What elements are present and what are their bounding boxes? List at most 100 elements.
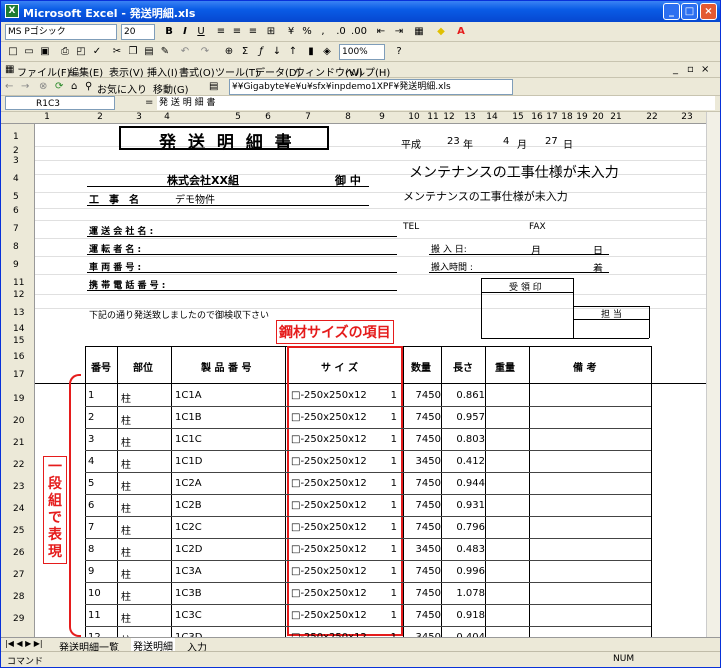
doc-close-icon[interactable]: × [701,64,709,75]
sort-asc-icon[interactable]: ↓ [269,45,285,59]
table-cell[interactable]: 3 [88,434,94,445]
font-size-select[interactable]: 20 [121,24,155,40]
comma-icon[interactable]: , [315,25,331,39]
menu-edit[interactable]: 編集(E) [69,64,103,79]
table-cell[interactable]: 0.996 [445,566,485,577]
col-header-14[interactable]: 14 [485,112,499,122]
table-cell[interactable]: 1C3A [175,566,202,577]
row-header-26[interactable]: 26 [1,548,35,558]
table-cell[interactable]: 柱 [121,478,131,493]
table-cell[interactable]: 柱 [121,610,131,625]
increase-indent-icon[interactable]: ⇥ [391,25,407,39]
table-cell[interactable]: 2 [88,412,94,423]
table-cell[interactable]: □-250x250x12 [291,390,367,401]
table-cell[interactable]: □-250x250x12 [291,500,367,511]
table-cell[interactable]: □-250x250x12 [291,434,367,445]
menu-format[interactable]: 書式(O) [179,64,215,79]
menu-tools[interactable]: ツール(T) [215,64,259,79]
col-header-15[interactable]: 15 [511,112,525,122]
table-cell[interactable]: 1 [363,412,397,423]
table-cell[interactable]: 0.412 [445,456,485,467]
table-cell[interactable]: □-250x250x12 [291,522,367,533]
stop-icon[interactable]: ⊗ [39,81,47,92]
table-cell[interactable]: 柱 [121,566,131,581]
spell-icon[interactable]: ✓ [89,45,105,59]
refresh-icon[interactable]: ⟳ [55,81,63,92]
open-icon[interactable]: ▭ [21,45,37,59]
table-cell[interactable]: 3450 [401,544,441,555]
minimize-button[interactable]: _ [663,3,680,20]
col-header-7[interactable]: 7 [301,112,315,122]
menu-view[interactable]: 表示(V) [109,64,144,79]
function-icon[interactable]: ƒ [253,45,269,59]
col-header-22[interactable]: 22 [645,112,659,122]
worksheet[interactable]: 1 2 3 4 5 6 7 8 9 10 11 12 13 14 15 16 17 18 19 20 21 22 23 12… [1,112,706,637]
row-header-21[interactable]: 21 [1,438,35,448]
table-cell[interactable]: 1C2B [175,500,202,511]
table-cell[interactable]: 1.078 [445,588,485,599]
save-icon[interactable]: ▣ [37,45,53,59]
row-header-20[interactable]: 20 [1,416,35,426]
table-cell[interactable]: 7450 [401,500,441,511]
table-cell[interactable]: 11 [88,610,101,621]
print-icon[interactable]: ⎙ [57,45,73,59]
col-header-18[interactable]: 18 [560,112,574,122]
table-cell[interactable]: 7450 [401,478,441,489]
menu-file[interactable]: ファイル(F) [17,64,71,79]
merge-icon[interactable]: ⊞ [263,25,279,39]
table-cell[interactable]: □-250x250x12 [291,566,367,577]
table-cell[interactable]: 4 [88,456,94,467]
name-box[interactable]: R1C3 [5,96,115,110]
row-header-15[interactable]: 15 [1,336,35,346]
table-cell[interactable]: 1C2A [175,478,202,489]
fill-color-icon[interactable]: ◆ [433,25,449,39]
table-cell[interactable]: 1 [363,610,397,621]
row-header-13[interactable]: 13 [1,308,35,318]
table-cell[interactable]: 1 [363,456,397,467]
decrease-decimal-icon[interactable]: .00 [351,25,367,39]
table-cell[interactable]: 0.944 [445,478,485,489]
align-center-icon[interactable]: ≡ [229,25,245,39]
drawing-icon[interactable]: ◈ [319,45,335,59]
table-cell[interactable]: 7450 [401,522,441,533]
table-cell[interactable]: □-250x250x12 [291,412,367,423]
row-header-14[interactable]: 14 [1,324,35,334]
font-name-select[interactable]: MS Pゴシック [5,24,117,40]
row-header-4[interactable]: 4 [1,174,35,184]
maximize-button[interactable]: □ [681,3,698,20]
forward-icon[interactable]: → [21,81,29,92]
doc-minimize-icon[interactable]: _ [673,64,678,75]
col-header-12[interactable]: 12 [442,112,456,122]
menu-help[interactable]: ヘルプ(H) [345,64,390,79]
table-cell[interactable]: 1C3C [175,610,202,621]
table-cell[interactable]: 1 [363,434,397,445]
underline-button[interactable]: U [193,25,209,39]
table-cell[interactable]: 柱 [121,522,131,537]
table-cell[interactable]: 柱 [121,588,131,603]
col-header-19[interactable]: 19 [575,112,589,122]
align-left-icon[interactable]: ≡ [213,25,229,39]
back-icon[interactable]: ← [5,81,13,92]
row-header-27[interactable]: 27 [1,570,35,580]
chart-icon[interactable]: ▮ [303,45,319,59]
table-cell[interactable]: 7450 [401,434,441,445]
table-cell[interactable]: 5 [88,478,94,489]
row-header-19[interactable]: 19 [1,394,35,404]
doc-restore-icon[interactable]: ▫ [687,64,694,75]
col-header-13[interactable]: 13 [463,112,477,122]
close-button[interactable]: × [700,3,717,20]
table-cell[interactable]: 1 [363,390,397,401]
col-header-9[interactable]: 9 [375,112,389,122]
table-cell[interactable]: 6 [88,500,94,511]
col-header-1[interactable]: 1 [40,112,54,122]
copy-icon[interactable]: ❐ [125,45,141,59]
row-header-9[interactable]: 9 [1,260,35,270]
border-icon[interactable]: ▦ [411,25,427,39]
sort-desc-icon[interactable]: ↑ [285,45,301,59]
table-cell[interactable]: 1 [363,500,397,511]
row-header-12[interactable]: 12 [1,290,35,300]
table-cell[interactable]: 1C2C [175,522,202,533]
table-cell[interactable]: 0.796 [445,522,485,533]
table-cell[interactable]: 1C1C [175,434,202,445]
table-cell[interactable]: □-250x250x12 [291,610,367,621]
